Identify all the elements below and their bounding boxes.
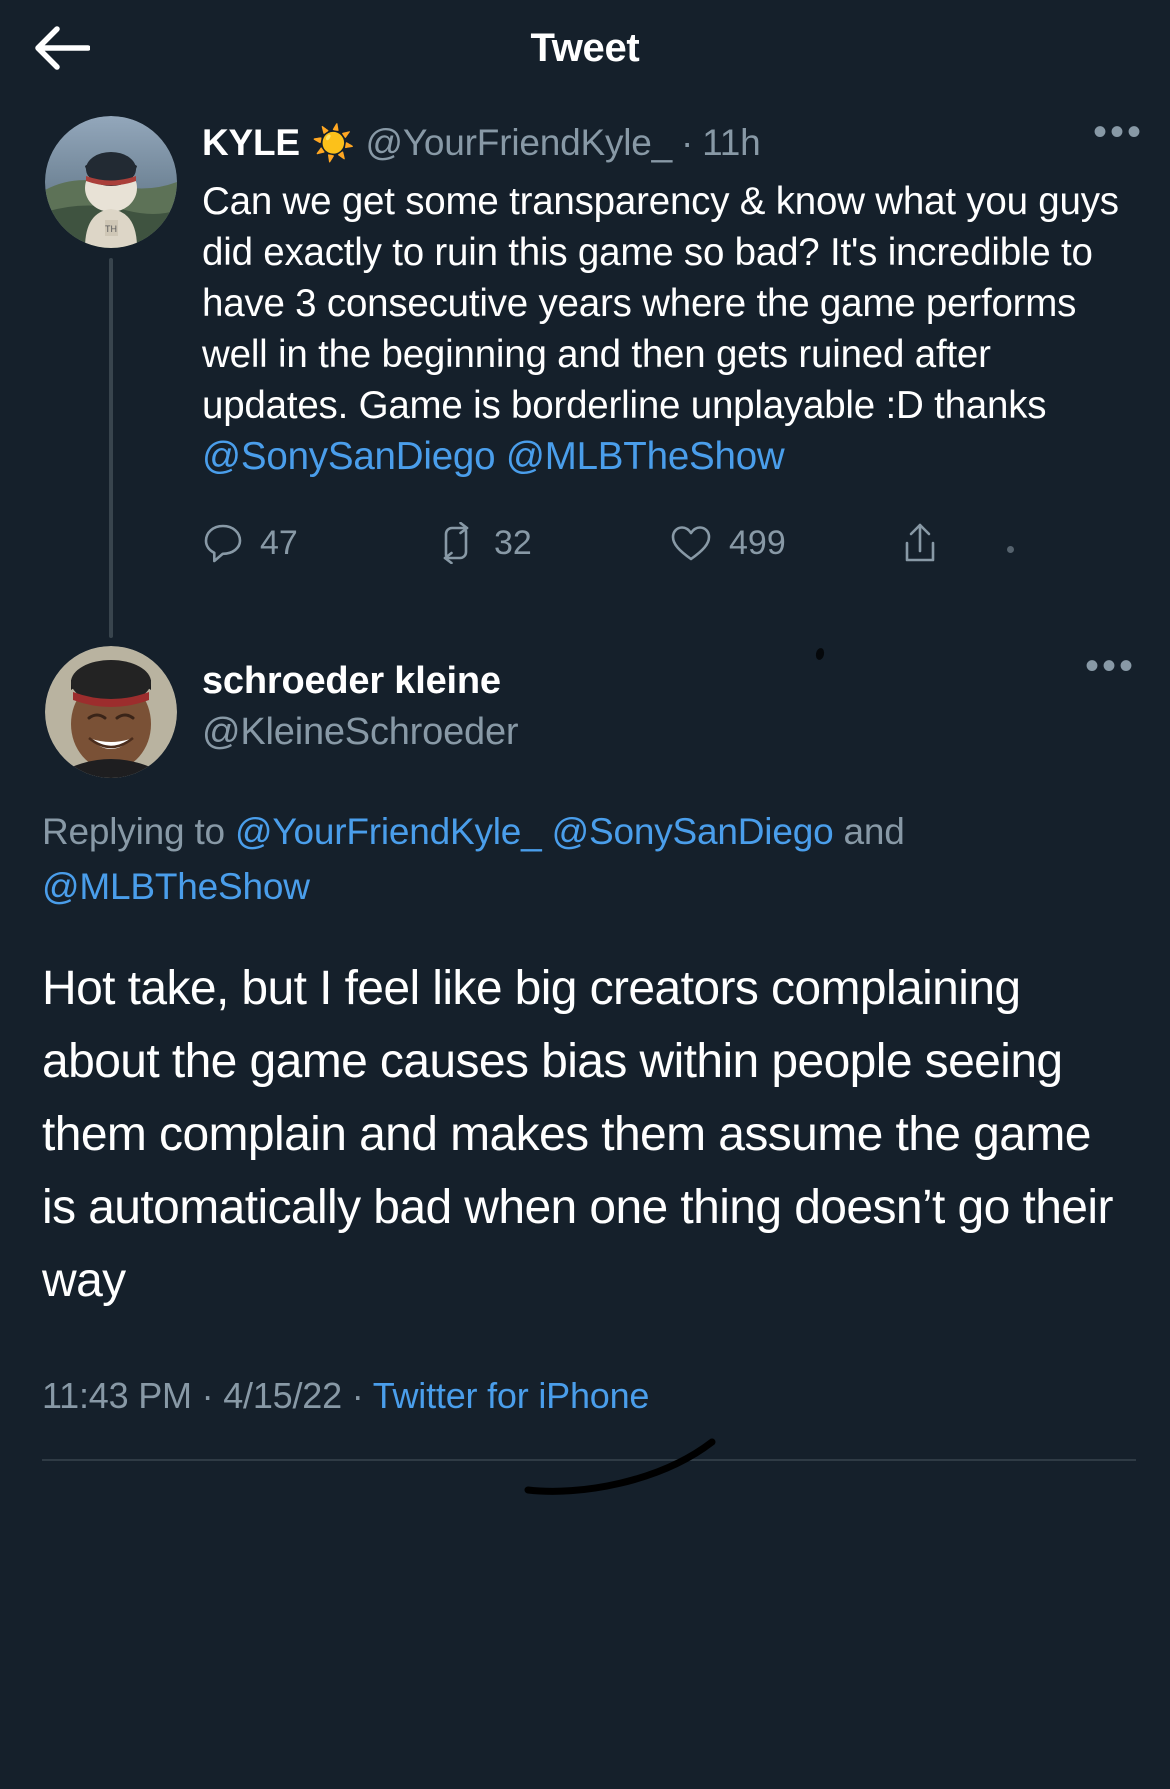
parent-author-row: KYLE ☀️ @YourFriendKyle_ · 11h ••• <box>202 112 1141 170</box>
thread-connector-line <box>109 258 113 638</box>
parent-tweet[interactable]: TH KYLE ☀️ @YourFriendKyle_ · 11h ••• Ca… <box>0 96 1170 638</box>
replying-to-conjunction: and <box>833 811 905 852</box>
like-count: 499 <box>729 523 786 562</box>
parent-more-options-button[interactable]: ••• <box>1093 112 1144 152</box>
reply-name-block: schroeder kleine @KleineSchroeder <box>180 646 519 758</box>
reply-source-link[interactable]: Twitter for iPhone <box>373 1375 650 1416</box>
parent-action-bar: 47 32 499 <box>202 508 1136 578</box>
app-header: Tweet <box>0 0 1170 96</box>
sun-emoji-icon: ☀️ <box>311 123 356 163</box>
meta-sep-2: · <box>341 1375 373 1416</box>
reply-date: 4/15/22 <box>223 1375 342 1416</box>
retweet-button[interactable]: 32 <box>434 522 669 564</box>
retweet-icon <box>434 522 478 564</box>
section-divider <box>42 1459 1136 1461</box>
parent-timestamp[interactable]: 11h <box>702 122 761 164</box>
text-space <box>495 435 506 478</box>
replying-to-line: Replying to @YourFriendKyle_ @SonySanDie… <box>42 804 1136 914</box>
reply-button[interactable]: 47 <box>202 522 434 564</box>
meta-separator: · <box>681 122 694 163</box>
reply-bubble-icon <box>202 522 244 564</box>
replying-to-space <box>542 811 552 852</box>
parent-tweet-body: KYLE ☀️ @YourFriendKyle_ · 11h ••• Can w… <box>180 112 1141 638</box>
avatar[interactable]: TH <box>45 116 177 248</box>
parent-text-segment: Can we get some transparency & know what… <box>202 180 1119 427</box>
mention-mlbtheshow[interactable]: @MLBTheShow <box>506 435 785 478</box>
meta-sep-1: · <box>191 1375 224 1416</box>
parent-avatar-column: TH <box>42 116 180 638</box>
reply-display-name[interactable]: schroeder kleine <box>202 656 518 706</box>
reply-avatar-column <box>42 646 180 778</box>
share-icon <box>899 521 941 565</box>
reply-time: 11:43 PM <box>42 1375 192 1416</box>
replying-to-label: Replying to <box>42 811 235 852</box>
svg-text:TH: TH <box>105 224 117 234</box>
page-title: Tweet <box>530 25 640 70</box>
reply-body-text: Hot take, but I feel like big creators c… <box>42 962 1113 1307</box>
replying-to-mention-1[interactable]: @YourFriendKyle_ <box>235 811 542 852</box>
avatar[interactable] <box>45 646 177 778</box>
replying-to-mention-2[interactable]: @SonySanDiego <box>552 811 834 852</box>
clipped-stats-row <box>42 1477 1136 1499</box>
parent-handle[interactable]: @YourFriendKyle_ <box>365 122 672 164</box>
parent-tweet-text: Can we get some transparency & know what… <box>202 176 1136 482</box>
back-button[interactable] <box>34 20 90 76</box>
reply-handle[interactable]: @KleineSchroeder <box>202 706 519 758</box>
trailing-dot-artifact <box>1007 545 1014 553</box>
focused-reply-tweet: schroeder kleine @KleineSchroeder ••• Re… <box>0 638 1170 1499</box>
like-button[interactable]: 499 <box>669 522 899 564</box>
mention-sonysandiego[interactable]: @SonySanDiego <box>202 435 496 478</box>
parent-display-name[interactable]: KYLE <box>202 122 300 164</box>
reply-metadata-row: 11:43 PM · 4/15/22 · Twitter for iPhone <box>42 1375 1136 1417</box>
share-button[interactable] <box>899 521 989 565</box>
reply-author-row: schroeder kleine @KleineSchroeder ••• <box>42 646 1136 778</box>
heart-icon <box>669 522 713 564</box>
back-arrow-icon <box>34 25 90 71</box>
reply-count: 47 <box>260 523 298 562</box>
retweet-count: 32 <box>494 523 532 562</box>
replying-to-mention-3[interactable]: @MLBTheShow <box>42 866 310 907</box>
reply-more-options-button[interactable]: ••• <box>1085 646 1136 686</box>
